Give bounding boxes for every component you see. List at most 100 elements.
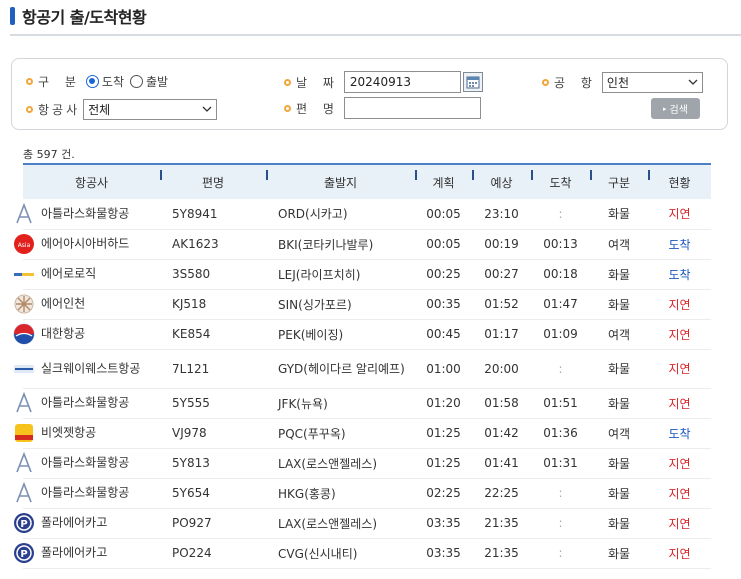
date-input[interactable]	[343, 71, 461, 93]
airline-cell: Asia 에어아시아버하드	[14, 229, 160, 260]
plan-cell: 00:25	[415, 259, 472, 290]
bullet-icon	[542, 79, 549, 86]
arrived-cell: :	[531, 199, 590, 230]
plan-cell: 00:35	[415, 289, 472, 320]
airport-field: 공 항 인천	[542, 72, 703, 93]
bullet-icon	[26, 78, 33, 85]
atlas-logo	[13, 391, 35, 414]
plan-cell: 00:05	[415, 229, 472, 260]
flight-cell: 5Y8941	[160, 199, 266, 230]
radio-arrival-label: 도착	[101, 75, 124, 89]
origin-cell: LEJ(라이프치히)	[266, 259, 415, 290]
kind-cell: 여객	[590, 418, 648, 449]
table-row: Asia 에어아시아버하드 AK1623 BKI(코타키나발루) 00:05 00:19 0…	[14, 229, 711, 260]
table-row: P 폴라에어카고 PO224 CVG(신시내티) 03:35 21:35: 화물 지연	[14, 538, 711, 569]
koreanair-logo	[13, 323, 35, 345]
origin-cell: BKI(코타키나발루)	[266, 229, 415, 260]
airport-select-value: 인천	[606, 76, 629, 90]
arrived-cell: 00:18	[531, 259, 590, 290]
page-header: 항공기 출/도착현황	[10, 4, 147, 28]
airline-name: 폴라에어카고	[41, 545, 108, 560]
table-row: 아틀라스화물항공 5Y813 LAX(로스앤젤레스) 01:25 01:41 01:31 화…	[16, 448, 711, 479]
col-plan: 계획	[415, 163, 472, 199]
chevron-down-icon	[688, 78, 698, 88]
polar-logo: P	[13, 542, 35, 564]
airline-cell: P 폴라에어카고	[14, 538, 160, 569]
airline-select-value: 전체	[88, 103, 111, 117]
plan-cell: 00:05	[415, 199, 472, 230]
airline-cell: 비엣젯항공	[15, 418, 160, 449]
arrived-cell: :	[531, 508, 590, 539]
col-airline: 항공사	[23, 163, 160, 199]
title-divider	[10, 34, 741, 36]
col-arrived: 도착	[531, 163, 590, 199]
radio-departure[interactable]: 출발	[130, 73, 168, 90]
table-header: 항공사 편명 출발지 계획 예상 도착 구분 현황	[23, 163, 711, 199]
flight-cell: 3S580	[160, 259, 266, 290]
vietjet-logo	[13, 422, 35, 444]
chevron-down-icon	[202, 105, 212, 115]
plan-cell: 03:35	[415, 538, 472, 569]
expected-cell: 23:10	[472, 199, 531, 230]
plan-cell: 01:25	[415, 448, 472, 479]
airline-name: 비엣젯항공	[41, 425, 97, 440]
radio-arrival[interactable]: 도착	[85, 73, 124, 90]
flight-cell: 5Y555	[160, 388, 266, 419]
search-button-label: 검색	[669, 105, 688, 116]
plan-cell: 01:20	[415, 388, 472, 419]
atlas-logo	[13, 481, 35, 504]
radio-departure-circle[interactable]	[130, 75, 143, 88]
flight-cell: AK1623	[160, 229, 266, 260]
airline-cell: 에어인천	[14, 289, 160, 320]
flight-input[interactable]	[343, 97, 481, 119]
expected-cell: 01:42	[472, 418, 531, 449]
plan-cell: 01:25	[415, 418, 472, 449]
plan-cell: 03:35	[415, 508, 472, 539]
airline-cell: P 폴라에어카고	[14, 508, 160, 539]
airline-select[interactable]: 전체	[83, 99, 218, 120]
flight-cell: 5Y813	[160, 448, 266, 479]
svg-text:P: P	[20, 549, 27, 560]
expected-cell: 21:35	[472, 538, 531, 569]
table-row: 실크웨이웨스트항공 7L121 GYD(헤이다르 알리예프) 01:00 20:00: 화…	[14, 349, 711, 389]
status-cell: 도착	[648, 259, 711, 290]
svg-text:Asia: Asia	[18, 242, 31, 249]
origin-cell: PQC(푸꾸옥)	[266, 418, 415, 449]
radio-arrival-circle[interactable]	[85, 75, 99, 88]
kind-cell: 화물	[590, 199, 648, 230]
kind-cell: 화물	[590, 508, 648, 539]
kind-cell: 화물	[590, 538, 648, 569]
table-row: P 폴라에어카고 PO927 LAX(로스앤젤레스) 03:35 21:35: 화물 지연	[14, 508, 711, 539]
airline-name: 에어아시아버하드	[41, 236, 130, 251]
origin-cell: LAX(로스앤젤레스)	[266, 448, 415, 479]
table-row: 아틀라스화물항공 5Y555 JFK(뉴욕) 01:20 01:58 01:51 화물 지연	[16, 388, 711, 419]
status-cell: 지연	[648, 538, 711, 569]
total-count: 총 597 건.	[23, 148, 75, 161]
atlas-logo	[13, 451, 35, 474]
date-field: 날 짜	[284, 71, 483, 93]
airport-select[interactable]: 인천	[601, 72, 703, 93]
atlas-logo	[13, 202, 35, 225]
airline-cell: 아틀라스화물항공	[16, 388, 160, 419]
status-cell: 도착	[648, 418, 711, 449]
page-title: 항공기 출/도착현황	[22, 8, 147, 27]
plan-cell: 00:45	[415, 319, 472, 350]
kind-cell: 화물	[590, 478, 648, 509]
expected-cell: 00:19	[472, 229, 531, 260]
kind-cell: 화물	[590, 388, 648, 419]
airline-name: 에어인천	[41, 296, 86, 311]
svg-text:P: P	[20, 519, 27, 530]
search-button[interactable]: ▸ 검색	[651, 98, 700, 119]
status-cell: 지연	[648, 508, 711, 539]
arrived-cell: 01:31	[531, 448, 590, 479]
kind-cell: 화물	[590, 349, 648, 389]
flight-cell: 5Y654	[160, 478, 266, 509]
airline-cell: 아틀라스화물항공	[16, 478, 160, 509]
origin-cell: HKG(홍콩)	[266, 478, 415, 509]
calendar-icon[interactable]	[462, 72, 483, 92]
arrived-cell: :	[531, 478, 590, 509]
kind-cell: 화물	[590, 289, 648, 320]
expected-cell: 01:52	[472, 289, 531, 320]
expected-cell: 01:58	[472, 388, 531, 419]
expected-cell: 20:00	[472, 349, 531, 389]
